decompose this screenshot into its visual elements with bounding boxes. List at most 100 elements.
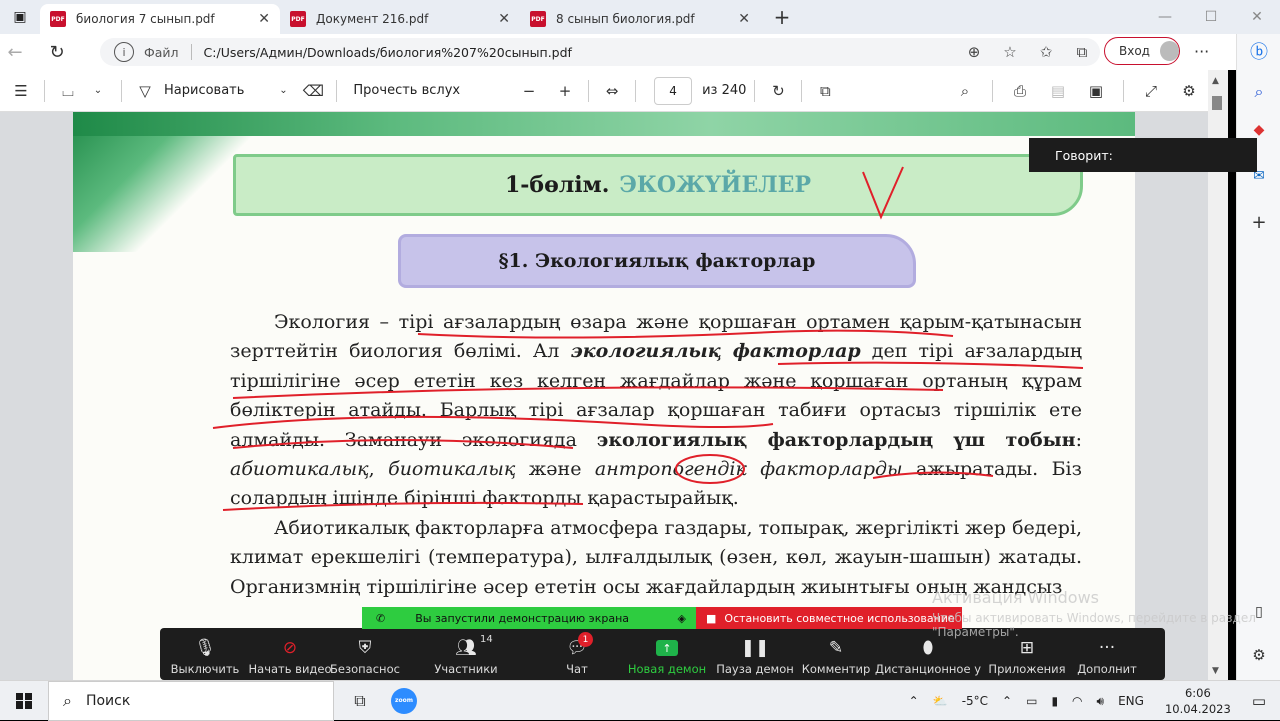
sidebar-toggle-icon[interactable]: ▯ [1237, 604, 1280, 620]
search-icon[interactable]: ⌕ [1237, 82, 1280, 102]
add-favorite-icon[interactable]: ☆ [992, 43, 1028, 61]
apps-icon: ⊞ [1019, 638, 1035, 658]
page-total: из 240 [702, 83, 747, 98]
remote-control-button[interactable]: ⬮ Дистанционное у [874, 628, 982, 680]
save-as-icon[interactable]: ▣ [1077, 82, 1115, 100]
tab-actions-icon[interactable]: ▣ [0, 0, 40, 34]
clock[interactable]: 6:06 10.04.2023 [1165, 685, 1231, 717]
divider [1123, 80, 1124, 102]
apps-button[interactable]: ⊞ Приложения [982, 628, 1072, 680]
fit-page-icon[interactable]: ⇔ [597, 82, 627, 100]
zoom-out-icon[interactable]: − [514, 82, 544, 100]
tab-biology-7[interactable]: PDF биология 7 сынып.pdf ✕ [40, 4, 280, 34]
save-icon[interactable]: ▤ [1039, 82, 1077, 100]
url-divider [190, 44, 192, 60]
tab-document-216[interactable]: PDF Документ 216.pdf ✕ [280, 4, 520, 34]
more-button[interactable]: ··· Дополнит [1072, 628, 1142, 680]
bing-icon[interactable]: ⓑ [1237, 38, 1280, 64]
zoom-in-icon[interactable]: + [550, 82, 580, 100]
task-view-icon[interactable]: ⧉ [338, 681, 382, 721]
zoom-icon[interactable]: ⊕ [956, 43, 992, 61]
add-icon[interactable]: + [1237, 212, 1280, 233]
read-aloud-button[interactable]: Прочесть вслух [353, 83, 460, 98]
highlight-icon[interactable]: ⌴ [53, 82, 83, 100]
annotate-button[interactable]: ✎ Комментир [798, 628, 874, 680]
scroll-thumb[interactable] [1212, 96, 1222, 110]
mute-button[interactable]: 🎙︎ Выключить [160, 628, 250, 680]
maximize-icon[interactable]: ☐ [1188, 0, 1234, 34]
stop-sharing-button[interactable]: ■ Остановить совместное использование [696, 607, 962, 629]
divider [992, 80, 993, 102]
tray-expand-icon[interactable]: ⌃ [1002, 694, 1012, 708]
stop-icon: ■ [706, 611, 717, 625]
volume-icon[interactable]: 🔊︎ [1097, 694, 1105, 709]
minimize-icon[interactable]: — [1142, 0, 1188, 34]
url-icons: ⊕ ☆ ✩ ⧉ [956, 38, 1100, 66]
settings-icon[interactable]: ⚙ [1170, 82, 1208, 100]
wifi-icon[interactable]: ◠ [1072, 694, 1082, 708]
url-field[interactable]: i Файл C:/Users/Админ/Downloads/биология… [100, 38, 1100, 66]
contents-icon[interactable]: ☰ [6, 82, 36, 100]
video-label: Начать видео [248, 662, 332, 676]
chat-label: Чат [566, 662, 588, 676]
back-icon[interactable]: ← [0, 42, 30, 63]
tab-biology-8[interactable]: PDF 8 сынып биология.pdf ✕ [520, 4, 760, 34]
share-screen-icon: ↑ [656, 640, 678, 656]
language-indicator[interactable]: ENG [1118, 694, 1144, 708]
print-icon[interactable]: ⎙ [1001, 82, 1039, 100]
shopping-icon[interactable]: ◆ [1237, 122, 1280, 138]
divider [44, 79, 45, 102]
paragraph-heading: §1. Экологиялық факторлар [398, 234, 916, 288]
search-icon[interactable]: ⌕ [946, 82, 984, 100]
text-run-italic: биотикалық [388, 458, 516, 481]
new-share-button[interactable]: ↑ Новая демон [622, 628, 712, 680]
temperature[interactable]: -5°C [962, 694, 988, 708]
url-text[interactable]: C:/Users/Админ/Downloads/биология%207%20… [204, 45, 572, 60]
chevron-up-icon[interactable]: ⌃ [909, 694, 919, 708]
favorites-icon[interactable]: ✩ [1028, 43, 1064, 61]
settings-icon[interactable]: ⚙ [1237, 646, 1280, 664]
scroll-down-icon[interactable]: ▼ [1212, 666, 1219, 676]
zoom-taskbar-app[interactable]: zoom [382, 681, 426, 721]
start-video-button[interactable]: ⊘ Начать видео [248, 628, 332, 680]
tab-label: Документ 216.pdf [316, 12, 429, 26]
fullscreen-icon[interactable]: ⤢ [1132, 82, 1170, 100]
browser-tab-bar: ▣ PDF биология 7 сынып.pdf ✕ PDF Докумен… [0, 0, 1280, 34]
chat-button[interactable]: 💬︎ 1 Чат [532, 628, 622, 680]
close-window-icon[interactable]: ✕ [1234, 0, 1280, 34]
rotate-icon[interactable]: ↻ [763, 82, 793, 100]
stop-sharing-label: Остановить совместное использование [724, 611, 955, 625]
pause-share-button[interactable]: ❚❚ Пауза демон [712, 628, 798, 680]
video-off-icon: ⊘ [282, 638, 298, 658]
close-tab-icon[interactable]: ✕ [498, 11, 510, 27]
scroll-up-icon[interactable]: ▲ [1212, 76, 1219, 86]
new-tab-button[interactable]: + [768, 5, 796, 29]
collections-icon[interactable]: ⧉ [1064, 43, 1100, 61]
display-icon[interactable]: ▭ [1026, 694, 1037, 708]
page-number-input[interactable]: 4 [654, 76, 693, 105]
eraser-icon[interactable]: ⌫ [298, 82, 328, 100]
taskbar-search[interactable]: ⌕ Поиск [48, 680, 334, 721]
draw-icon[interactable]: ▽ [130, 82, 160, 100]
login-label: Вход [1119, 44, 1150, 58]
close-tab-icon[interactable]: ✕ [738, 11, 750, 27]
security-button[interactable]: ⛨ Безопаснос [330, 628, 400, 680]
weather-icon[interactable]: ⛅ [933, 694, 948, 708]
divider [121, 79, 122, 102]
info-icon[interactable]: i [114, 42, 134, 62]
phone-icon: ✆ [376, 611, 386, 625]
chevron-down-icon[interactable]: ⌄ [83, 85, 113, 96]
notification-icon[interactable]: ▭ [1252, 692, 1266, 710]
refresh-icon[interactable]: ↻ [42, 42, 72, 63]
start-button[interactable] [0, 692, 48, 709]
more-options-icon[interactable]: ··· [1194, 42, 1209, 61]
login-button[interactable]: Вход [1104, 37, 1180, 65]
page-view-icon[interactable]: ⧉ [810, 82, 840, 100]
chevron-down-icon[interactable]: ⌄ [268, 85, 298, 96]
close-tab-icon[interactable]: ✕ [258, 11, 270, 27]
pdf-document-area[interactable]: 1-бөлім. ЭКОЖҮЙЕЛЕР §1. Экологиялық факт… [0, 112, 1228, 680]
battery-icon[interactable]: ▮ [1051, 694, 1058, 708]
participants-button[interactable]: 👥︎ 14 Участники [400, 628, 532, 680]
shield-icon: ⛨ [358, 638, 372, 658]
draw-button[interactable]: Нарисовать [164, 83, 244, 98]
